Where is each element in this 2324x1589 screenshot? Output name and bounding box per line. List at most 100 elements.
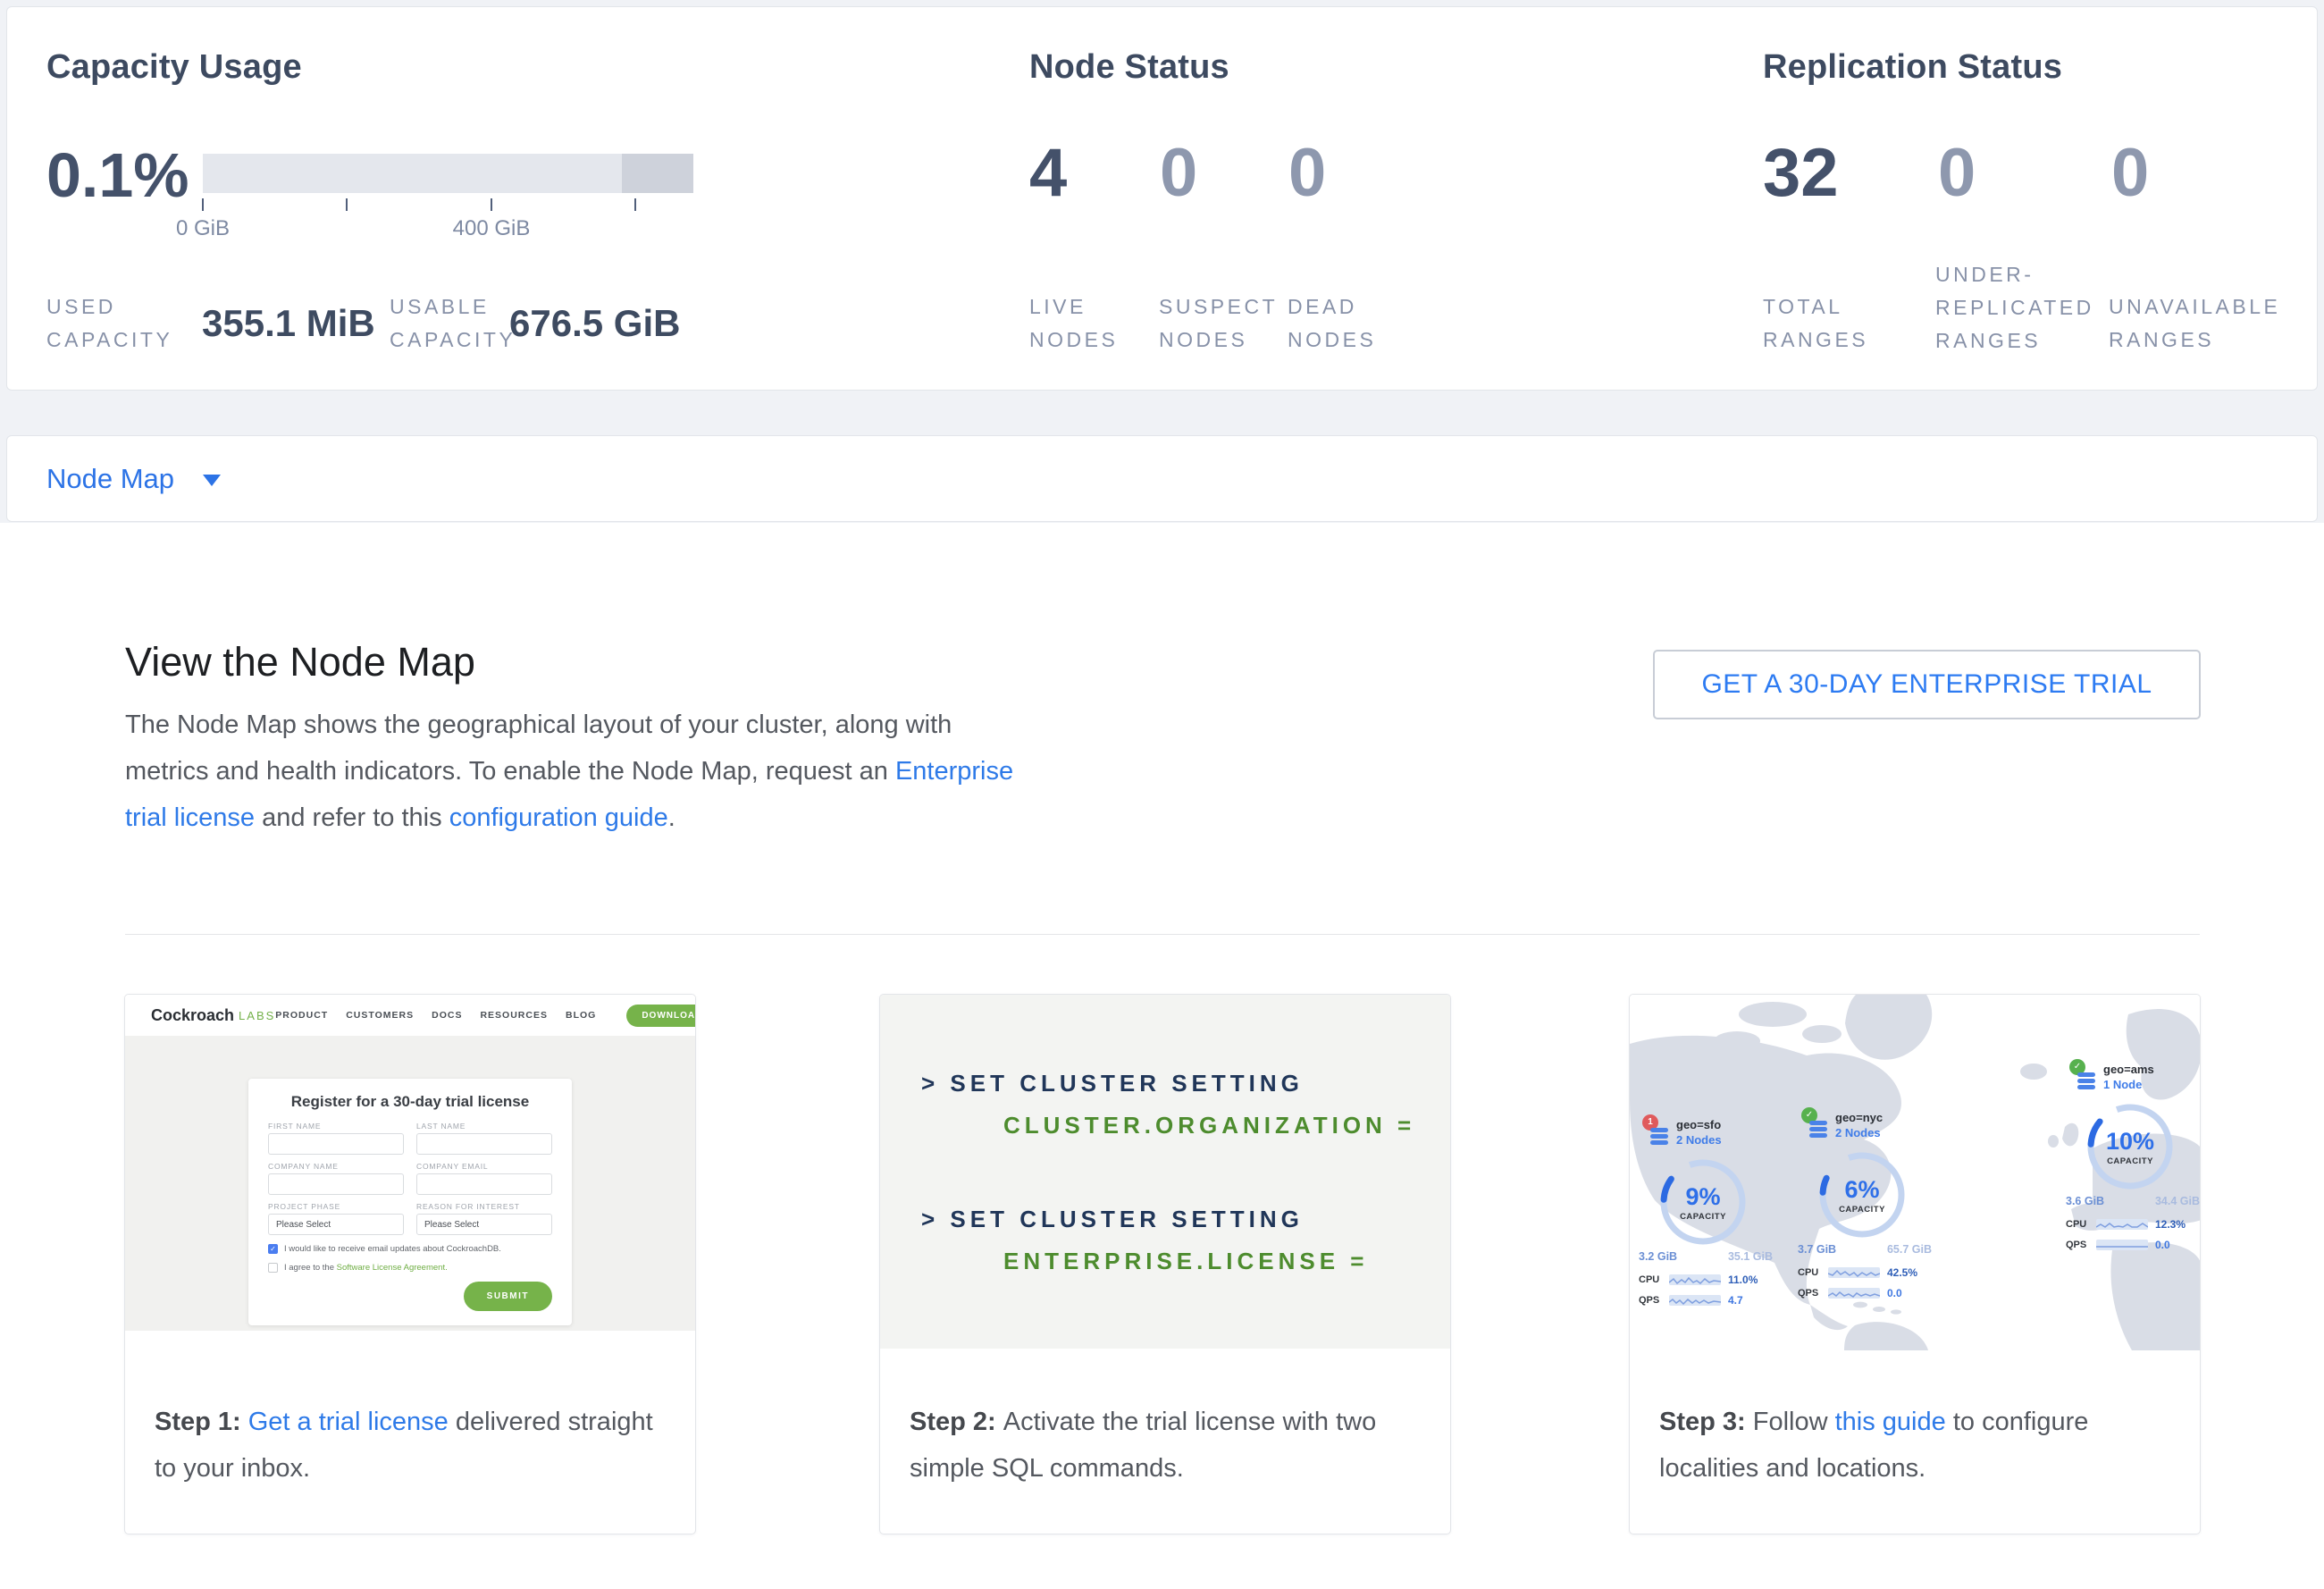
- axis-tick: [346, 198, 348, 211]
- mini-site-logo-labs: LABS: [239, 1009, 275, 1022]
- mini-site-logo-text: Cockroach: [151, 1006, 234, 1025]
- axis-tick: [491, 198, 492, 211]
- node-map-selector[interactable]: Node Map: [6, 435, 2318, 522]
- mini-checkbox1-label: I would like to receive email updates ab…: [284, 1244, 501, 1254]
- total-capacity: 34.4 GiB: [2155, 1195, 2200, 1207]
- mini-nav-resources: RESOURCES: [480, 1010, 548, 1021]
- mini-field-label: FIRST NAME: [268, 1122, 404, 1131]
- node-count: 1 Node: [2103, 1078, 2154, 1091]
- cluster-summary-panel: Capacity Usage 0.1% 0 GiB 400 GiB USED C…: [6, 6, 2318, 391]
- sql-line: ENTERPRISE.LICENSE =: [1003, 1248, 1450, 1275]
- step3-caption: Step 3: Follow this guide to configure l…: [1659, 1399, 2189, 1492]
- mini-license-agreement-link: Software License Agreement.: [337, 1263, 448, 1273]
- capacity-usage-bar: [203, 154, 693, 193]
- sql-line: > SET CLUSTER SETTING: [921, 1206, 1450, 1233]
- capacity-bar-nonusable-segment: [622, 154, 693, 193]
- axis-tick: [634, 198, 636, 211]
- configuration-guide-link[interactable]: configuration guide: [449, 803, 668, 832]
- mini-field-label: PROJECT PHASE: [268, 1202, 404, 1211]
- this-guide-link[interactable]: this guide: [1835, 1408, 1946, 1436]
- mini-project-phase-select: Please Select: [268, 1214, 404, 1235]
- qps-sparkline: [1669, 1295, 1721, 1306]
- capacity-usage-title: Capacity Usage: [46, 48, 302, 87]
- cpu-value: 12.3%: [2155, 1218, 2186, 1231]
- enterprise-trial-license-link[interactable]: trial license: [125, 803, 255, 832]
- mini-last-name-input: [416, 1133, 552, 1155]
- database-icon: [2077, 1072, 2097, 1091]
- mini-license-agreement-checkbox-row: I agree to the Software License Agreemen…: [268, 1263, 552, 1273]
- mini-site-header: Cockroach LABS PRODUCT CUSTOMERS DOCS RE…: [125, 995, 695, 1036]
- enterprise-trial-license-link[interactable]: Enterprise: [895, 757, 1013, 786]
- description-text: .: [668, 803, 675, 832]
- mini-nav-customers: CUSTOMERS: [346, 1010, 414, 1021]
- capacity-gauge: 9% CAPACITY: [1657, 1156, 1749, 1248]
- map-node-sfo: 1 geo=sfo 2 Nodes 9% CAPACITY: [1642, 1114, 1794, 1320]
- node-count: 2 Nodes: [1835, 1126, 1883, 1139]
- node-status-title: Node Status: [1029, 48, 1229, 87]
- suspect-nodes-label: SUSPECT NODES: [1159, 290, 1279, 357]
- sql-line: CLUSTER.ORGANIZATION =: [1003, 1112, 1450, 1139]
- total-ranges-label: TOTAL RANGES: [1763, 290, 1884, 357]
- axis-label-0: 0 GiB: [131, 216, 274, 241]
- mini-field-label: COMPANY EMAIL: [416, 1162, 552, 1171]
- axis-tick: [202, 198, 204, 211]
- usable-capacity-label: USABLE CAPACITY: [390, 290, 515, 357]
- used-capacity: 3.2 GiB: [1639, 1250, 1677, 1263]
- description-text: and refer to this: [255, 803, 449, 832]
- capacity-gauge: 6% CAPACITY: [1816, 1148, 1909, 1241]
- mini-nav-docs: DOCS: [432, 1010, 462, 1021]
- step-number: Step 1:: [155, 1408, 248, 1436]
- node-map-content-panel: View the Node Map The Node Map shows the…: [0, 523, 2324, 1589]
- axis-label-400: 400 GiB: [420, 216, 563, 241]
- database-icon: [1809, 1121, 1829, 1139]
- mini-site-nav: PRODUCT CUSTOMERS DOCS RESOURCES BLOG DO…: [275, 1005, 696, 1027]
- mini-nav-blog: BLOG: [566, 1010, 596, 1021]
- node-map-description: The Node Map shows the geographical layo…: [125, 702, 1054, 841]
- capacity-percent: 0.1%: [46, 139, 189, 211]
- under-replicated-ranges-label: UNDER-REPLICATED RANGES: [1935, 258, 2118, 357]
- get-enterprise-trial-button[interactable]: GET A 30-DAY ENTERPRISE TRIAL: [1653, 650, 2201, 719]
- mini-company-email-input: [416, 1173, 552, 1195]
- mini-form-title: Register for a 30-day trial license: [268, 1093, 552, 1111]
- step2-caption: Step 2: Activate the trial license with …: [910, 1399, 1439, 1492]
- capacity-percent: 6%: [1844, 1176, 1879, 1204]
- qps-value: 0.0: [2155, 1239, 2170, 1251]
- qps-value: 0.0: [1887, 1287, 1902, 1299]
- description-text: The Node Map shows the geographical layo…: [125, 710, 952, 739]
- dead-nodes-label: DEAD NODES: [1288, 290, 1395, 357]
- capacity-percent: 10%: [2106, 1128, 2154, 1156]
- mini-field-label: REASON FOR INTEREST: [416, 1202, 552, 1211]
- suspect-nodes-value: 0: [1160, 134, 1197, 212]
- total-capacity: 65.7 GiB: [1887, 1243, 1932, 1256]
- mini-checkbox2-label: I agree to the Software License Agreemen…: [284, 1263, 448, 1273]
- node-count: 2 Nodes: [1676, 1133, 1722, 1147]
- step1-caption: Step 1: Get a trial license delivered st…: [155, 1399, 684, 1492]
- mini-registration-form: Register for a 30-day trial license FIRS…: [248, 1079, 572, 1325]
- locality-name: geo=sfo: [1676, 1118, 1722, 1131]
- cpu-value: 11.0%: [1728, 1274, 1758, 1286]
- used-capacity: 3.6 GiB: [2066, 1195, 2104, 1207]
- get-trial-license-link[interactable]: Get a trial license: [248, 1408, 449, 1436]
- map-node-ams: ✓ geo=ams 1 Node 10% CAPACITY: [2048, 1059, 2200, 1265]
- node-map-preview: 1 geo=sfo 2 Nodes 9% CAPACITY: [1630, 995, 2200, 1350]
- section-divider: [125, 934, 2200, 935]
- mini-first-name-input: [268, 1133, 404, 1155]
- capacity-percent: 9%: [1685, 1183, 1720, 1211]
- step3-card: 1 geo=sfo 2 Nodes 9% CAPACITY: [1629, 994, 2201, 1534]
- chevron-down-icon: [203, 475, 221, 486]
- mini-nav-product: PRODUCT: [275, 1010, 328, 1021]
- live-nodes-value: 4: [1029, 134, 1067, 212]
- cpu-sparkline: [2096, 1219, 2148, 1230]
- unavailable-ranges-label: UNAVAILABLE RANGES: [2109, 290, 2301, 357]
- replication-status-title: Replication Status: [1763, 48, 2062, 87]
- description-text: metrics and health indicators. To enable…: [125, 757, 895, 786]
- step2-card: > SET CLUSTER SETTING CLUSTER.ORGANIZATI…: [879, 994, 1451, 1534]
- sql-line: > SET CLUSTER SETTING: [921, 1070, 1450, 1097]
- page-title: View the Node Map: [125, 639, 475, 685]
- mini-site-body: Register for a 30-day trial license FIRS…: [125, 1036, 695, 1331]
- node-map-selector-label[interactable]: Node Map: [46, 463, 174, 495]
- capacity-gauge: 10% CAPACITY: [2084, 1100, 2177, 1193]
- used-capacity-value: 355.1 MiB: [202, 302, 375, 345]
- cpu-sparkline: [1828, 1267, 1880, 1278]
- qps-value: 4.7: [1728, 1294, 1743, 1307]
